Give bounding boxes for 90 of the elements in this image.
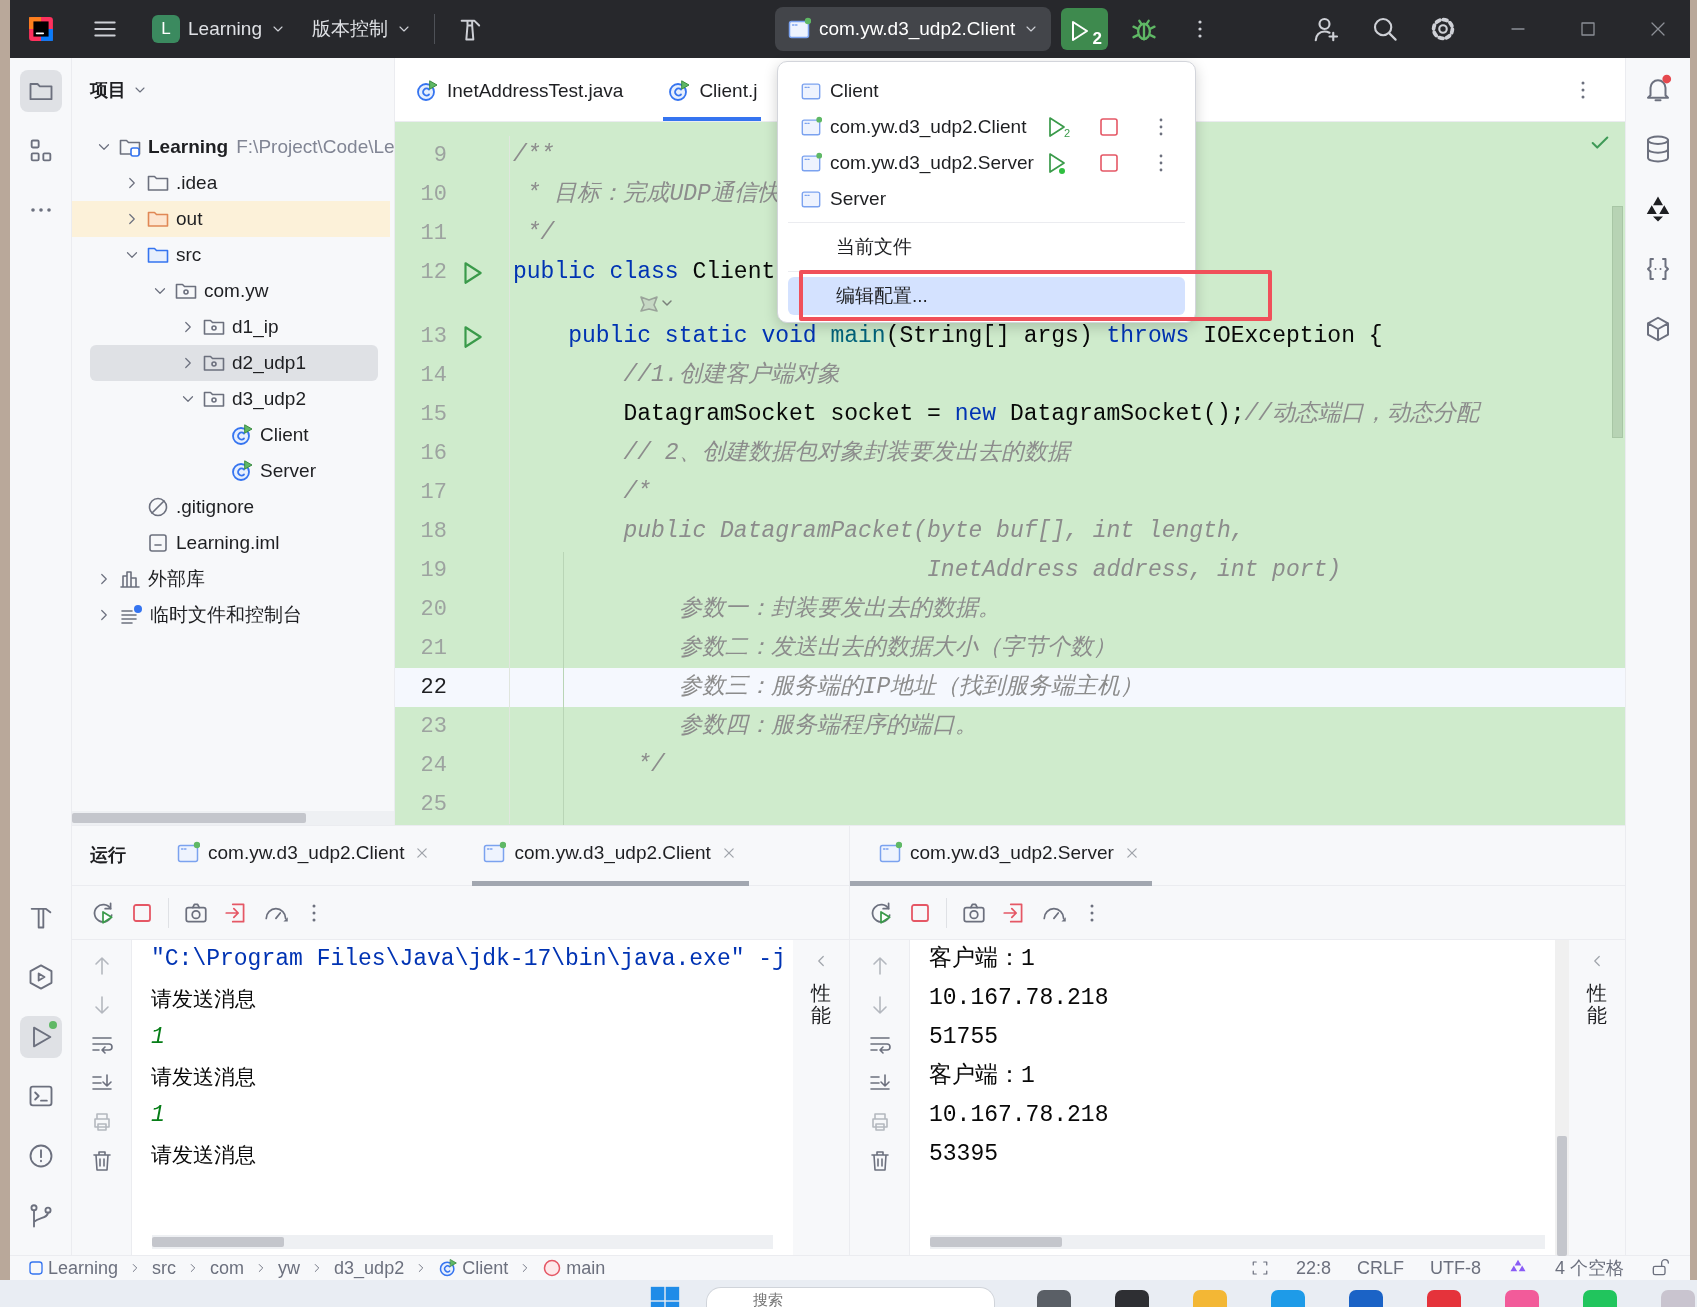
menu-item[interactable]: 编辑配置... xyxy=(788,277,1185,315)
side-panel-label[interactable]: 性能 xyxy=(811,982,831,1026)
run-tab[interactable]: com.yw.d3_udp2.Server xyxy=(850,825,1152,886)
tree-item[interactable]: Server xyxy=(72,453,390,489)
console-line: 51755 xyxy=(929,1023,999,1053)
line-number: 23 xyxy=(419,713,447,741)
code-line: */ xyxy=(636,751,665,781)
line-number: 19 xyxy=(419,557,447,585)
code-line: /* xyxy=(622,478,652,508)
code-line: DatagramSocket socket = new DatagramSocket();//动态端口，动态分配 xyxy=(622,400,1480,430)
line-number: 22 xyxy=(419,674,447,702)
code-line: // 2、创建数据包对象封装要发出去的数据 xyxy=(622,439,1070,469)
instance-count: 2 xyxy=(1063,125,1070,141)
line-number: 21 xyxy=(419,635,447,663)
code-line: InetAddress address, int port) xyxy=(926,556,1342,586)
console-line: "C:\Program Files\Java\jdk-17\bin\java.exe" -j xyxy=(151,945,787,975)
taskbar-search-field[interactable]: 搜索 xyxy=(706,1287,995,1307)
line-number: 14 xyxy=(419,362,447,390)
tree-item[interactable]: com.yw xyxy=(72,273,390,309)
line-number: 11 xyxy=(419,220,447,248)
cursor-position[interactable]: 22:8 xyxy=(1295,1254,1331,1282)
line-separator[interactable]: CRLF xyxy=(1356,1254,1404,1282)
run-tab[interactable]: com.yw.d3_udp2.Client xyxy=(472,825,749,886)
line-number: 15 xyxy=(419,401,447,429)
run-tab[interactable]: com.yw.d3_udp2.Client xyxy=(166,825,443,886)
tree-item[interactable]: Client xyxy=(72,417,390,453)
tree-item[interactable]: 外部库 xyxy=(72,561,390,597)
code-line: //1.创建客户端对象 xyxy=(622,360,840,391)
code-line: public static void main(String[] args) throws IOException { xyxy=(567,322,1383,352)
console-line: 客户端：1 xyxy=(929,1061,1036,1092)
console-line: 1 xyxy=(151,1023,166,1053)
breadcrumb-item[interactable]: d3_udp2 xyxy=(334,1254,405,1282)
code-line: */ xyxy=(525,219,555,249)
editor-tab[interactable]: InetAddressTest.java xyxy=(411,65,628,121)
code-line: public class Client xyxy=(512,258,776,288)
run-button[interactable]: 2 xyxy=(1061,8,1108,50)
console-line: 10.167.78.218 xyxy=(929,1101,1110,1131)
line-number: 13 xyxy=(419,323,447,351)
breadcrumb-item[interactable]: Client xyxy=(438,1254,509,1282)
line-number: 12 xyxy=(419,259,447,287)
tree-item[interactable]: .gitignore xyxy=(72,489,390,525)
code-line: 参数一：封装要发出去的数据。 xyxy=(677,595,1001,625)
line-number: 10 xyxy=(419,181,447,209)
console-line: 10.167.78.218 xyxy=(929,984,1110,1014)
console-line: 1 xyxy=(151,1101,166,1131)
tree-item[interactable]: 临时文件和控制台 xyxy=(72,597,390,633)
console-line: 请发送消息 xyxy=(151,1063,257,1090)
tree-item[interactable]: d2_udp1 xyxy=(90,345,378,381)
project-path: F:\Project\Code\Le xyxy=(236,134,395,159)
line-number: 25 xyxy=(419,791,447,819)
code-line: 参数四：服务端程序的端口。 xyxy=(677,711,978,742)
tree-item[interactable]: src xyxy=(72,237,390,273)
menu-item[interactable]: 当前文件 xyxy=(788,228,1185,266)
breadcrumb-item[interactable]: yw xyxy=(278,1254,301,1282)
line-number: 9 xyxy=(432,142,447,170)
console-line: 请发送消息 xyxy=(151,1141,257,1168)
code-line: public DatagramPacket(byte buf[], int length, xyxy=(622,517,1245,547)
indent-setting[interactable]: 4 个空格 xyxy=(1555,1254,1624,1282)
tree-item[interactable]: d3_udp2 xyxy=(72,381,390,417)
project-badge: L xyxy=(152,15,180,43)
side-panel-label[interactable]: 性能 xyxy=(1587,982,1607,1026)
tree-item[interactable]: Learning.iml xyxy=(72,525,390,561)
menu-item[interactable]: Client xyxy=(800,76,1044,106)
menu-item[interactable]: com.yw.d3_udp2.Client xyxy=(800,112,1044,142)
tree-item[interactable]: out xyxy=(72,201,390,237)
breadcrumb-item[interactable]: com xyxy=(210,1254,245,1282)
line-number: 18 xyxy=(419,518,447,546)
line-number: 17 xyxy=(419,479,447,507)
menu-item[interactable]: com.yw.d3_udp2.Server xyxy=(800,148,1044,178)
console-line: 客户端：1 xyxy=(929,944,1036,975)
file-encoding[interactable]: UTF-8 xyxy=(1430,1254,1481,1282)
line-number: 24 xyxy=(419,752,447,780)
code-line: 参数三：服务端的IP地址（找到服务端主机） xyxy=(677,672,1144,703)
run-config-selector[interactable]: com.yw.d3_udp2.Client xyxy=(774,7,1052,51)
console-line: 请发送消息 xyxy=(151,985,257,1012)
vcs-menu[interactable]: 版本控制 xyxy=(303,10,420,48)
console-line: 53395 xyxy=(929,1140,999,1170)
line-number: 20 xyxy=(419,596,447,624)
project-selector[interactable]: L Learning xyxy=(144,10,294,48)
code-line: 参数二：发送出去的数据大小（字节个数） xyxy=(677,633,1116,664)
code-line: /** xyxy=(512,141,555,171)
panel-title: 运行 xyxy=(90,844,126,867)
tree-item[interactable]: d1_ip xyxy=(72,309,390,345)
breadcrumb-item[interactable]: Learning xyxy=(28,1254,119,1282)
line-number: 16 xyxy=(419,440,447,468)
panel-title: 项目 xyxy=(90,78,126,102)
tree-item[interactable]: .idea xyxy=(72,165,390,201)
menu-item[interactable]: Server xyxy=(800,184,1044,214)
breadcrumb-item[interactable]: main xyxy=(542,1254,606,1282)
breadcrumb-item[interactable]: src xyxy=(152,1254,177,1282)
